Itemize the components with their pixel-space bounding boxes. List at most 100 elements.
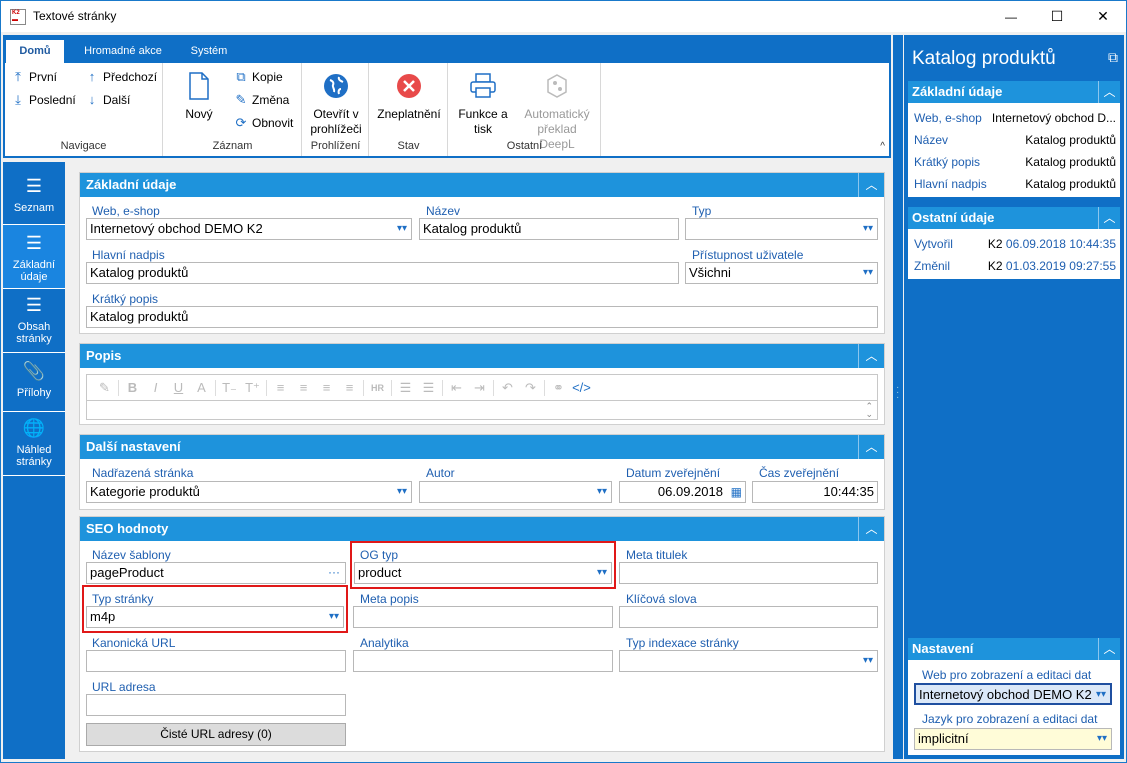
field-web-zobrazeni[interactable]: Internetový obchod DEMO K2 ▾▾ (914, 683, 1112, 705)
link-icon[interactable]: ⚭ (547, 380, 570, 396)
next-button[interactable]: ↓ Další (85, 92, 131, 107)
right-panel-nastaveni: Nastavení ︿ Web pro zobrazení a editaci d… (908, 638, 1120, 755)
external-link-icon[interactable]: ⧉ (1108, 49, 1118, 66)
label-meta-popis: Meta popis (360, 592, 419, 606)
nav-prilohy[interactable]: 📎 Přílohy (3, 353, 65, 412)
numbered-list-icon[interactable]: ☰ (417, 380, 440, 396)
refresh-button[interactable]: ⟳ Obnovit (234, 115, 294, 131)
indent-icon[interactable]: ⇥ (468, 380, 491, 396)
field-cas[interactable]: 10:44:35 (752, 481, 878, 503)
nav-zakladni-udaje[interactable]: ☰ Základní údaje (3, 225, 65, 289)
subscript-icon[interactable]: T₋ (218, 380, 241, 396)
first-button[interactable]: ⤒ První (11, 69, 57, 85)
field-nazev[interactable]: Katalog produktů (419, 218, 679, 240)
panel-popis: Popis ︿ ✎ B I U A T₋ T⁺ ≡ ≡ ≡ ≡ HR ☰ ☰ ⇤ … (79, 343, 885, 425)
code-view-icon[interactable]: </> (570, 380, 593, 395)
ciste-url-button[interactable]: Čisté URL adresy (0) (86, 723, 346, 746)
nav-obsah-stranky[interactable]: ☰ Obsah stránky (3, 289, 65, 353)
field-nazev-sablony[interactable]: pageProduct ··· (86, 562, 346, 584)
nav-nahled-stranky[interactable]: 🌐 Náhled stránky (3, 412, 65, 476)
field-og-typ[interactable]: product ▾▾ (354, 562, 612, 584)
list-icon: ☰ (25, 176, 43, 196)
group-label-zaznam: Záznam (212, 140, 253, 152)
field-autor[interactable]: ▾▾ (419, 481, 612, 503)
tab-system[interactable]: Systém (181, 40, 237, 63)
italic-icon[interactable]: I (144, 380, 167, 395)
ellipsis-icon[interactable]: ··· (328, 563, 340, 582)
label-pristupnost: Přístupnost uživatele (692, 248, 804, 262)
horizontal-rule-icon[interactable]: HR (366, 383, 389, 393)
underline-icon[interactable]: U (167, 380, 190, 395)
panel-title-zakladni: Základní údaje (86, 177, 177, 192)
value-datum: 06.09.2018 (657, 484, 723, 499)
prev-button[interactable]: ↑ Předchozí (85, 69, 157, 84)
field-analytika[interactable] (353, 650, 613, 672)
open-browser-button[interactable]: Otevřít v prohlížeči (306, 69, 366, 137)
field-typ-indexace[interactable]: ▾▾ (619, 650, 878, 672)
undo-icon[interactable]: ↶ (496, 380, 519, 396)
label-og-typ: OG typ (360, 548, 399, 562)
field-typ-stranky[interactable]: m4p ▾▾ (86, 606, 344, 628)
bulleted-list-icon[interactable]: ☰ (394, 380, 417, 396)
nav-seznam[interactable]: ☰ Seznam (3, 162, 65, 225)
field-kanonicka-url[interactable] (86, 650, 346, 672)
value-nadrazena: Kategorie produktů (90, 484, 200, 499)
calendar-icon[interactable]: ▦ (731, 482, 742, 502)
change-button[interactable]: ✎ Změna (234, 92, 290, 108)
field-pristupnost[interactable]: Všichni ▾▾ (685, 262, 878, 284)
chevron-up-icon[interactable]: ︿ (1098, 207, 1120, 229)
align-right-icon[interactable]: ≡ (315, 380, 338, 395)
print-button[interactable]: Funkce a tisk (453, 69, 513, 137)
panel-splitter[interactable]: · · · (893, 35, 903, 759)
chevron-up-icon[interactable]: ︿ (858, 517, 884, 541)
align-left-icon[interactable]: ≡ (269, 380, 292, 395)
field-hlavni-nadpis[interactable]: Katalog produktů (86, 262, 679, 284)
redo-icon[interactable]: ↷ (519, 380, 542, 396)
chevron-up-icon[interactable]: ︿ (858, 435, 884, 459)
copy-button[interactable]: ⧉ Kopie (234, 69, 282, 85)
field-typ[interactable]: ▾▾ (685, 218, 878, 240)
field-datum[interactable]: 06.09.2018 ▦ (619, 481, 746, 503)
new-button[interactable]: Nový (174, 69, 224, 122)
maximize-button[interactable]: ☐ (1034, 1, 1080, 32)
scroll-arrows-icon[interactable]: ⌃ ⌄ (865, 402, 873, 419)
invalidate-button[interactable]: Zneplatnění (373, 69, 445, 122)
font-color-icon[interactable]: A (190, 380, 213, 395)
chevron-up-icon[interactable]: ︿ (1098, 81, 1120, 103)
field-url-adresa[interactable] (86, 694, 346, 716)
field-meta-popis[interactable] (353, 606, 613, 628)
invalidate-label: Zneplatnění (377, 107, 441, 121)
superscript-icon[interactable]: T⁺ (241, 380, 264, 396)
nav-obsah-label: Obsah stránky (16, 321, 52, 345)
right-key: Web, e-shop (914, 111, 982, 125)
minimize-button[interactable]: — (988, 1, 1034, 32)
chevron-up-icon[interactable]: ︿ (858, 173, 884, 197)
field-klicova-slova[interactable] (619, 606, 878, 628)
value-typ-stranky: m4p (90, 609, 116, 624)
outdent-icon[interactable]: ⇤ (445, 380, 468, 396)
align-justify-icon[interactable]: ≡ (338, 380, 361, 395)
field-kratky-popis[interactable]: Katalog produktů (86, 306, 878, 328)
globe-icon: 🌐 (22, 418, 46, 438)
field-web-eshop[interactable]: Internetový obchod DEMO K2 ▾▾ (86, 218, 412, 240)
panel-header-seo: SEO hodnoty ︿ (80, 517, 884, 541)
eraser-icon[interactable]: ✎ (93, 380, 116, 396)
value-cas: 10:44:35 (823, 484, 874, 499)
chevron-up-icon[interactable]: ︿ (1098, 638, 1120, 660)
refresh-label: Obnovit (252, 116, 294, 130)
label-cas: Čas zveřejnění (759, 466, 840, 480)
tab-hromadne-akce[interactable]: Hromadné akce (73, 40, 173, 63)
bold-icon[interactable]: B (121, 380, 144, 395)
popis-editor[interactable]: ⌃ ⌄ (86, 400, 878, 420)
tab-domu[interactable]: Domů (6, 40, 64, 63)
cancel-x-icon (373, 69, 445, 103)
field-jazyk-zobrazeni[interactable]: implicitní ▾▾ (914, 728, 1112, 750)
last-button[interactable]: ⤓ Poslední (11, 92, 76, 108)
field-meta-titulek[interactable] (619, 562, 878, 584)
label-kratky-popis: Krátký popis (92, 292, 159, 306)
collapse-ribbon-icon[interactable]: ^ (880, 141, 885, 152)
field-nadrazena[interactable]: Kategorie produktů ▾▾ (86, 481, 412, 503)
close-button[interactable]: ✕ (1080, 1, 1126, 32)
align-center-icon[interactable]: ≡ (292, 380, 315, 395)
chevron-up-icon[interactable]: ︿ (858, 344, 884, 368)
